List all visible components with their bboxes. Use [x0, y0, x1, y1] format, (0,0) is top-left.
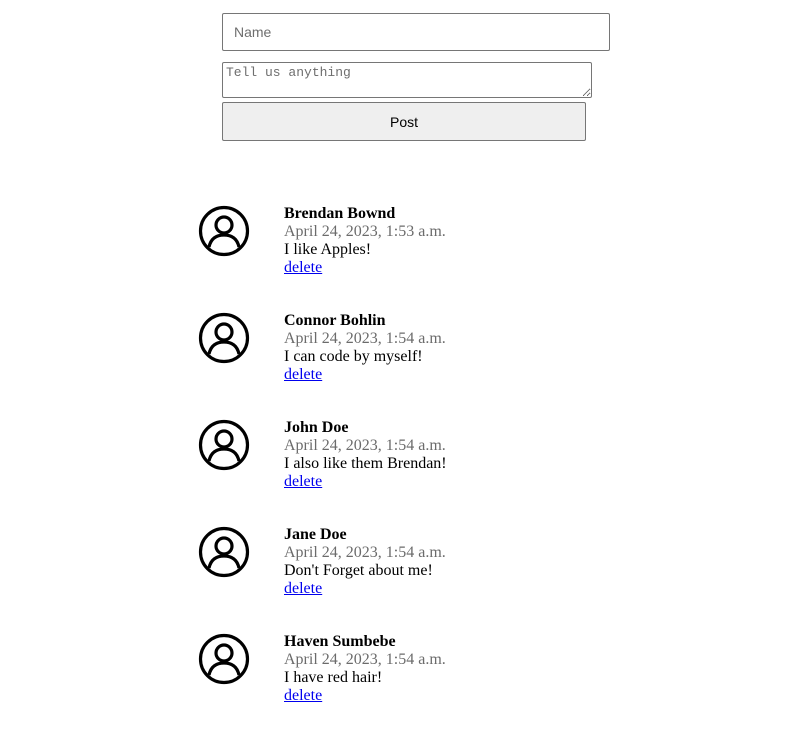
post-body: John Doe April 24, 2023, 1:54 a.m. I als…	[284, 419, 447, 491]
post-button[interactable]: Post	[222, 102, 586, 141]
post-item: Brendan Bownd April 24, 2023, 1:53 a.m. …	[198, 205, 498, 312]
post-item: Jane Doe April 24, 2023, 1:54 a.m. Don't…	[198, 526, 498, 633]
post-author: Jane Doe	[284, 526, 347, 543]
post-date: April 24, 2023, 1:54 a.m.	[284, 330, 446, 347]
delete-link[interactable]: delete	[284, 366, 322, 384]
delete-link[interactable]: delete	[284, 473, 322, 491]
post-body: Brendan Bownd April 24, 2023, 1:53 a.m. …	[284, 205, 446, 277]
user-circle-icon	[198, 419, 250, 471]
post-author: Haven Sumbebe	[284, 633, 396, 650]
user-circle-icon	[198, 526, 250, 578]
post-message: I like Apples!	[284, 241, 372, 258]
delete-link[interactable]: delete	[284, 259, 322, 277]
message-textarea[interactable]	[222, 62, 592, 98]
post-author: Connor Bohlin	[284, 312, 386, 329]
post-item: John Doe April 24, 2023, 1:54 a.m. I als…	[198, 419, 498, 526]
post-item: Haven Sumbebe April 24, 2023, 1:54 a.m. …	[198, 633, 498, 740]
post-date: April 24, 2023, 1:54 a.m.	[284, 651, 446, 668]
post-date: April 24, 2023, 1:54 a.m.	[284, 437, 446, 454]
post-author: John Doe	[284, 419, 349, 436]
post-body: Jane Doe April 24, 2023, 1:54 a.m. Don't…	[284, 526, 446, 598]
post-date: April 24, 2023, 1:53 a.m.	[284, 223, 446, 240]
user-circle-icon	[198, 205, 250, 257]
post-message: Don't Forget about me!	[284, 562, 433, 579]
post-date: April 24, 2023, 1:54 a.m.	[284, 544, 446, 561]
delete-link[interactable]: delete	[284, 687, 322, 705]
post-item: Connor Bohlin April 24, 2023, 1:54 a.m. …	[198, 312, 498, 419]
post-message: I can code by myself!	[284, 348, 423, 365]
post-message: I have red hair!	[284, 669, 383, 686]
delete-link[interactable]: delete	[284, 580, 322, 598]
user-circle-icon	[198, 633, 250, 685]
post-body: Connor Bohlin April 24, 2023, 1:54 a.m. …	[284, 312, 446, 384]
user-circle-icon	[198, 312, 250, 364]
post-body: Haven Sumbebe April 24, 2023, 1:54 a.m. …	[284, 633, 446, 705]
post-author: Brendan Bownd	[284, 205, 396, 222]
post-list: Brendan Bownd April 24, 2023, 1:53 a.m. …	[198, 205, 498, 740]
post-message: I also like them Brendan!	[284, 455, 447, 472]
name-input[interactable]	[222, 13, 610, 51]
